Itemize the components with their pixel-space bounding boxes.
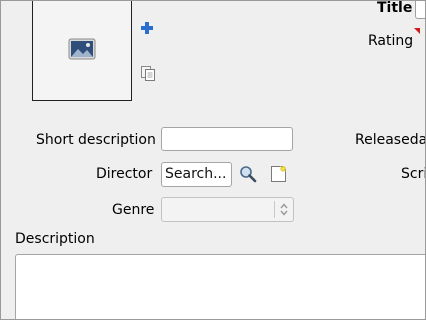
short-description-label: Short description xyxy=(36,132,156,148)
description-textarea[interactable] xyxy=(15,254,425,319)
genre-label: Genre xyxy=(112,202,155,218)
copy-icon[interactable] xyxy=(140,65,156,81)
picture-icon xyxy=(68,37,96,61)
rating-marker-icon xyxy=(414,28,420,34)
note-icon[interactable] xyxy=(269,165,287,183)
genre-select[interactable] xyxy=(161,197,294,222)
director-label: Director xyxy=(96,166,153,182)
updown-arrows-icon xyxy=(279,201,289,218)
plus-icon[interactable] xyxy=(140,21,154,35)
short-description-input[interactable] xyxy=(161,127,293,151)
rating-label: Rating xyxy=(368,33,414,49)
title-input[interactable] xyxy=(415,1,425,19)
script-label: Scri xyxy=(401,166,426,182)
releasedate-label: Releaseda xyxy=(355,132,426,148)
description-label: Description xyxy=(15,231,95,247)
title-label: Title xyxy=(377,0,413,16)
movie-edit-form: Title Rating Short description Releaseda… xyxy=(0,0,426,320)
director-search-input[interactable]: Search... xyxy=(161,162,232,187)
cover-image-box[interactable] xyxy=(32,1,132,101)
magnifier-icon[interactable] xyxy=(239,165,257,183)
genre-separator xyxy=(274,201,275,218)
